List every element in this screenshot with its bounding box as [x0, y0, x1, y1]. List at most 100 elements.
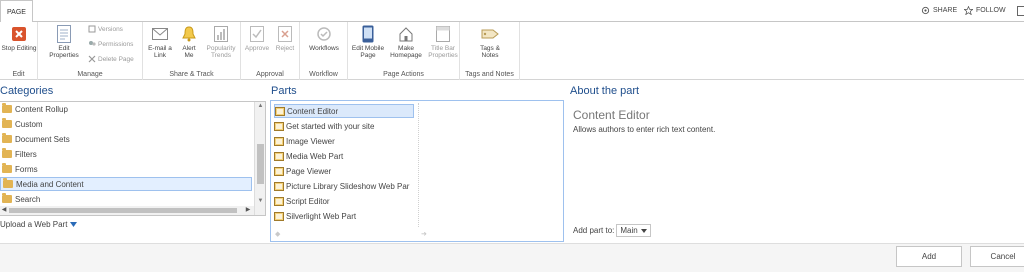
category-item-filters[interactable]: Filters [0, 147, 252, 161]
permissions-button[interactable]: Permissions [88, 40, 133, 48]
tags-label-1: Tags & [480, 45, 500, 52]
group-label-share-track: Share & Track [169, 71, 214, 78]
web-part-icon [274, 136, 284, 146]
alert-me-button[interactable]: Alert Me [176, 25, 202, 59]
categories-vertical-scrollbar[interactable]: ▲ ▼ [254, 102, 265, 215]
part-label: Picture Library Slideshow Web Par [286, 181, 410, 191]
part-label: Media Web Part [286, 151, 344, 161]
share-button[interactable]: SHARE [921, 6, 957, 15]
edit-properties-button[interactable]: Edit Properties [42, 25, 86, 59]
part-item-picture-library-slideshow[interactable]: Picture Library Slideshow Web Par [274, 179, 414, 193]
titlebar-label-2: Properties [428, 52, 458, 59]
make-homepage-button[interactable]: Make Homepage [388, 25, 424, 59]
part-item-content-editor[interactable]: Content Editor [274, 104, 414, 118]
category-item-search[interactable]: Search [0, 192, 252, 206]
group-label-edit: Edit [12, 71, 25, 78]
group-label-approval: Approval [256, 71, 284, 78]
group-label-tags-notes: Tags and Notes [465, 71, 514, 78]
zone-select[interactable]: Main [616, 224, 651, 237]
category-label: Document Sets [15, 134, 70, 144]
part-item-media-web-part[interactable]: Media Web Part [274, 149, 414, 163]
follow-button[interactable]: FOLLOW [964, 6, 1006, 15]
part-item-get-started[interactable]: Get started with your site [274, 119, 414, 133]
ribbon-group-manage: Edit Properties Versions Permissions Del… [38, 22, 143, 80]
alert-label-2: Me [184, 52, 194, 59]
web-part-icon [274, 166, 284, 176]
folder-icon [2, 133, 12, 143]
workflows-label: Workflows [309, 45, 339, 52]
approve-label: Approve [244, 45, 270, 52]
parts-column-divider [418, 103, 419, 227]
focus-content-icon[interactable] [1017, 6, 1024, 16]
stop-editing-button[interactable]: Stop Editing [0, 25, 38, 52]
folder-icon [2, 103, 12, 113]
tab-page[interactable]: PAGE [0, 0, 33, 22]
scroll-right-arrow-icon[interactable]: ▶ [244, 206, 252, 215]
edit-mobile-page-button[interactable]: Edit Mobile Page [350, 25, 386, 59]
trends-icon [212, 25, 230, 43]
category-item-content-rollup[interactable]: Content Rollup [0, 102, 252, 116]
part-item-image-viewer[interactable]: Image Viewer [274, 134, 414, 148]
popularity-trends-button[interactable]: Popularity Trends [203, 25, 239, 59]
upload-web-part-button[interactable]: Upload a Web Part [0, 220, 78, 229]
category-label: Search [15, 194, 41, 204]
scroll-left-arrow-icon[interactable]: ◀ [0, 206, 8, 215]
part-label: Page Viewer [286, 166, 332, 176]
folder-icon [3, 178, 13, 188]
ribbon: Stop Editing Edit Edit Properties Versio… [0, 22, 1024, 80]
previous-page-arrow-icon[interactable]: ◆ [275, 230, 280, 238]
ribbon-tab-bar: PAGE SHARE FOLLOW [0, 0, 1024, 22]
vertical-scroll-thumb[interactable] [257, 144, 264, 184]
category-item-custom[interactable]: Custom [0, 117, 252, 131]
ribbon-group-share-track: E-mail a Link Alert Me Popularity Trends… [143, 22, 241, 80]
categories-horizontal-scrollbar[interactable]: ◀ ▶ [0, 206, 254, 215]
ribbon-group-workflow: Workflows Workflow [300, 22, 348, 80]
parts-title: Parts [271, 85, 297, 97]
scroll-up-arrow-icon[interactable]: ▲ [257, 103, 264, 110]
versions-button[interactable]: Versions [88, 25, 123, 33]
edit-mobile-label-2: Page [360, 52, 376, 59]
ribbon-group-edit: Stop Editing Edit [0, 22, 38, 80]
group-label-page-actions: Page Actions [383, 71, 424, 78]
follow-label: FOLLOW [976, 7, 1006, 14]
workflows-button[interactable]: Workflows [304, 25, 344, 52]
part-name: Content Editor [573, 108, 650, 122]
folder-icon [2, 163, 12, 173]
part-item-script-editor[interactable]: Script Editor [274, 194, 414, 208]
add-part-label: Add part to: [573, 226, 615, 235]
scroll-down-arrow-icon[interactable]: ▼ [257, 198, 264, 205]
edit-properties-label-1: Edit [58, 45, 70, 52]
category-item-media-and-content[interactable]: Media and Content [0, 177, 252, 191]
delete-page-button[interactable]: Delete Page [88, 55, 134, 63]
approve-button[interactable]: Approve [243, 25, 271, 52]
parts-list: Content Editor Get started with your sit… [270, 100, 564, 242]
next-page-arrow-icon[interactable]: ➜ [421, 230, 427, 238]
titlebar-label-1: Title Bar [431, 45, 455, 52]
star-icon [964, 6, 973, 15]
part-item-page-viewer[interactable]: Page Viewer [274, 164, 414, 178]
title-bar-properties-button[interactable]: Title Bar Properties [426, 25, 460, 59]
tags-notes-button[interactable]: Tags & Notes [470, 25, 510, 59]
add-button[interactable]: Add [896, 246, 962, 267]
ribbon-group-page-actions: Edit Mobile Page Make Homepage Title Bar… [348, 22, 460, 80]
email-link-button[interactable]: E-mail a Link [145, 25, 175, 59]
popularity-label-1: Popularity [206, 45, 236, 52]
part-item-silverlight-web-part[interactable]: Silverlight Web Part [274, 209, 414, 223]
workflow-icon [315, 25, 333, 43]
alert-label-1: Alert [182, 45, 196, 52]
dropdown-arrow-icon [70, 222, 78, 227]
cancel-button[interactable]: Cancel [970, 246, 1024, 267]
web-part-icon [274, 151, 284, 161]
web-part-icon [274, 196, 284, 206]
chevron-down-icon [640, 228, 647, 233]
category-label: Filters [15, 149, 37, 159]
horizontal-scroll-thumb[interactable] [9, 208, 237, 213]
tag-icon [481, 25, 499, 43]
web-part-icon [274, 181, 284, 191]
category-item-forms[interactable]: Forms [0, 162, 252, 176]
share-label: SHARE [933, 7, 958, 14]
group-label-workflow: Workflow [309, 71, 338, 78]
category-item-document-sets[interactable]: Document Sets [0, 132, 252, 146]
reject-button[interactable]: Reject [272, 25, 298, 52]
add-part-to-row: Add part to: Main [573, 224, 651, 237]
